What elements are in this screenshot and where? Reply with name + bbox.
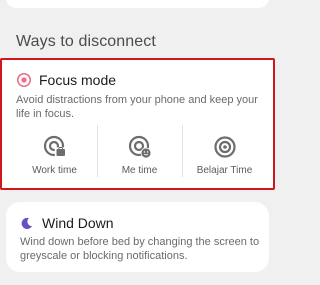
target-icon [213, 135, 237, 159]
mode-work-time-label: Work time [32, 165, 77, 176]
previous-card [6, 0, 269, 8]
section-title: Ways to disconnect [16, 33, 156, 50]
wind-down-card[interactable]: Wind Down Wind down before bed by changi… [6, 202, 269, 272]
mode-me-time[interactable]: Me time [97, 123, 182, 183]
mode-belajar-time[interactable]: Belajar Time [182, 123, 267, 183]
work-time-icon [43, 135, 67, 159]
mode-work-time[interactable]: Work time [12, 123, 97, 183]
focus-target-icon [16, 72, 32, 88]
focus-mode-card[interactable]: Focus mode Avoid distractions from your … [0, 58, 275, 190]
focus-mode-title: Focus mode [39, 72, 117, 88]
mode-belajar-time-label: Belajar Time [196, 165, 253, 176]
focus-mode-header: Focus mode [16, 72, 116, 88]
wind-down-header: Wind Down [20, 215, 114, 231]
wind-down-title: Wind Down [42, 215, 114, 231]
me-time-icon [128, 135, 152, 159]
mode-me-time-label: Me time [121, 165, 158, 176]
focus-mode-description: Avoid distractions from your phone and k… [16, 94, 258, 120]
focus-modes-list: Work time Me time Belajar Time [12, 123, 267, 183]
moon-icon [20, 217, 33, 230]
wind-down-description: Wind down before bed by changing the scr… [20, 236, 260, 262]
